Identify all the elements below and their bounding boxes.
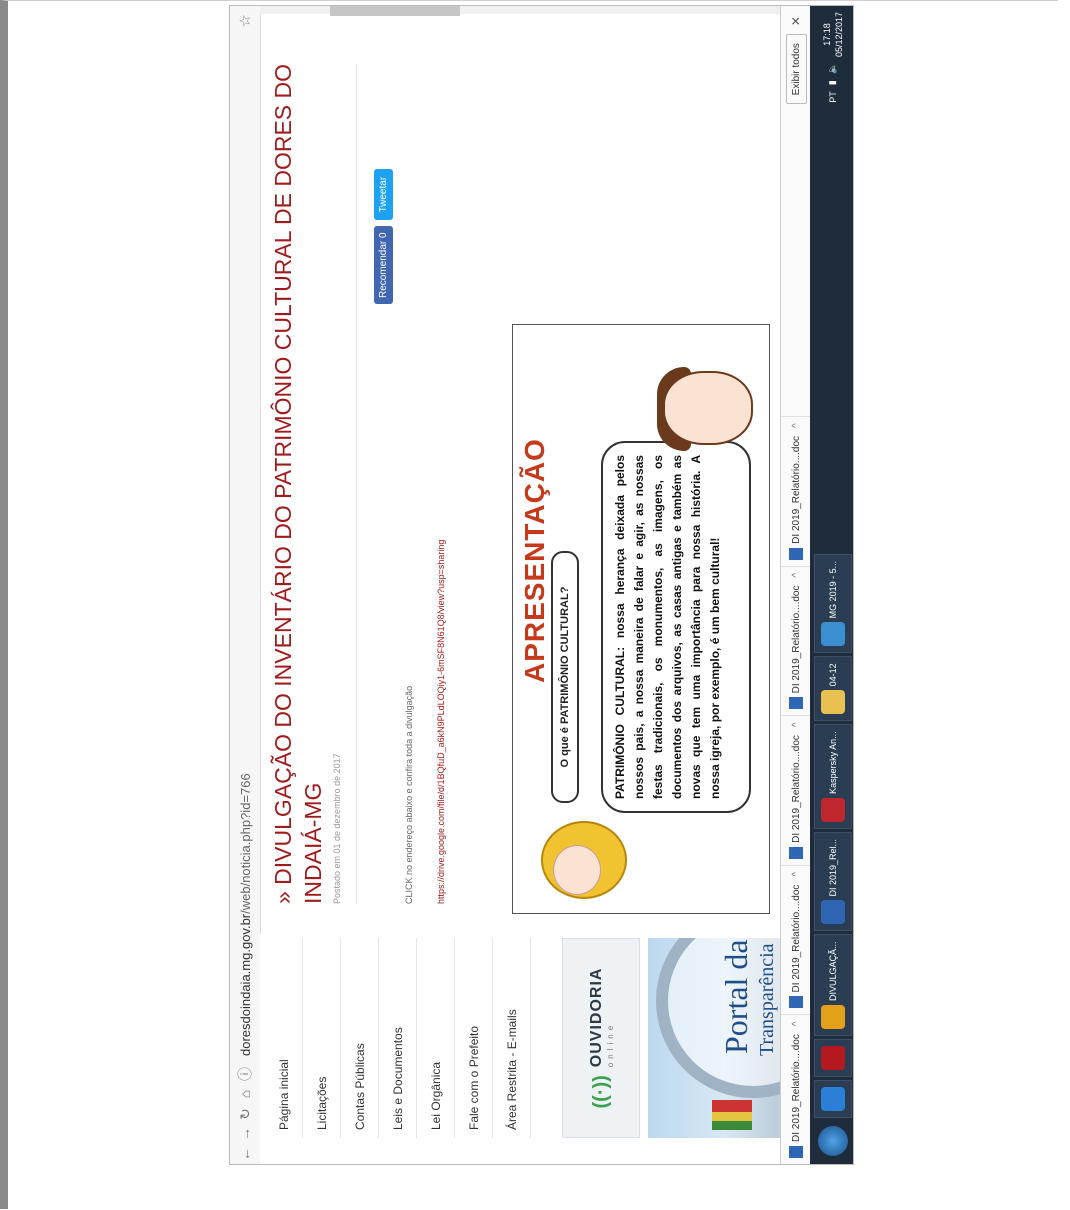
sidebar-item-fale-prefeito[interactable]: Fale com o Prefeito [455,938,493,1138]
chevron-up-icon[interactable]: ^ [791,872,802,877]
clock-time: 17:18 [821,23,832,46]
taskbar-button-word[interactable]: DI 2019_Rel... [813,831,852,932]
language-indicator[interactable]: PT [828,91,838,103]
social-buttons: Recomendar 0 Tweetar [374,168,393,304]
posted-date: Postado em 01 de dezembro de 2017 [332,753,342,904]
reload-icon[interactable]: ↻ [237,1104,254,1124]
clock[interactable]: 17:18 05/12/2017 [821,12,845,57]
taskbar-label: MG 2019 - 5... [827,560,838,619]
taskbar-button-kaspersky[interactable]: Kaspersky An... [813,724,852,829]
page-title: » DIVULGAÇÃO DO INVENTÁRIO DO PATRIMÔNIO… [270,63,326,904]
downloads-bar: DI 2019_Relatório....doc ^ DI 2019_Relató… [780,5,811,1164]
portal-subtitle: Transparência [756,943,778,1056]
download-label: DI 2019_Relatório....doc [790,435,802,544]
chevron-up-icon[interactable]: ^ [791,573,802,578]
acrobat-icon [820,1046,845,1070]
click-instruction: CLICK no endereço abaixo e confira toda … [404,685,414,904]
folder-icon [820,690,845,715]
internet-explorer-icon [820,1087,845,1111]
answer-bubble: PATRIMÔNIO CULTURAL: nossa herança deixa… [601,441,751,813]
word-doc-icon [789,846,803,859]
taskbar-label: 04-12 [827,663,838,687]
download-label: DI 2019_Relatório....doc [790,884,802,993]
girl-face-icon [553,845,601,895]
volume-icon[interactable]: 🔈 [827,63,838,74]
acrobat-taskbar-button[interactable] [813,1039,852,1077]
network-icon[interactable]: ▮ [827,80,838,85]
sidebar-item-lei-organica[interactable]: Lei Orgânica [417,938,455,1138]
taskbar-label: DIVULGAÇÃ... [827,941,838,1001]
facebook-recommend-button[interactable]: Recomendar 0 [374,226,393,304]
ouvidoria-icon: ((·)) [589,1075,612,1109]
divider [356,64,357,904]
address-bar: ← → ↻ ⌂ ⓘ doresdoindaia.mg.gov.br/web/no… [230,5,261,1164]
url-domain: doresdoindaia.mg.gov.br [237,913,253,1056]
download-item[interactable]: DI 2019_Relatório....doc ^ [781,565,811,716]
show-all-downloads-button[interactable]: Exibir todos [785,34,807,105]
ouvidoria-subtitle: online [605,1021,615,1068]
sidebar-item-area-restrita[interactable]: Área Restrita - E-mails [493,938,531,1138]
sidebar-item-licitacoes[interactable]: Licitações [303,938,341,1138]
taskbar-button-chrome[interactable]: DIVULGAÇÃ... [813,934,852,1036]
chevron-up-icon[interactable]: ^ [791,423,802,428]
portal-transparencia-banner[interactable]: Portal da Transparência [648,938,788,1138]
sidebar-item-contas-publicas[interactable]: Contas Públicas [341,938,379,1138]
taskbar-button-folder[interactable]: 04-12 [813,656,852,722]
ouvidoria-title: OUVIDORIA [587,967,605,1068]
back-icon[interactable]: ← [237,1144,253,1164]
system-tray: PT ▮ 🔈 17:18 05/12/2017 [821,5,845,103]
sidebar: Página inicial Licitações Contas Pública… [260,934,788,1164]
ouvidoria-text: OUVIDORIA online [588,968,615,1068]
sidebar-item-pagina-inicial[interactable]: Página inicial [265,938,303,1138]
portal-title: Portal da [718,939,754,1054]
word-doc-icon [789,996,803,1009]
scrollbar-thumb[interactable] [330,5,460,16]
clock-date: 05/12/2017 [833,12,844,58]
download-item[interactable]: DI 2019_Relatório....doc ^ [781,416,811,566]
download-label: DI 2019_Relatório....doc [790,735,802,843]
windows-start-icon[interactable] [817,1126,848,1156]
kaspersky-icon [820,797,845,822]
chevron-up-icon[interactable]: ^ [791,722,802,727]
ie-taskbar-button[interactable] [813,1080,852,1118]
chevron-up-icon[interactable]: ^ [791,1021,802,1026]
word-icon [820,900,845,925]
twitter-tweet-button[interactable]: Tweetar [374,168,393,221]
url-field[interactable]: doresdoindaia.mg.gov.br/web/noticia.php?… [238,773,253,1056]
download-label: DI 2019_Relatório....doc [790,585,802,694]
sidebar-item-leis-documentos[interactable]: Leis e Documentos [379,938,417,1138]
url-path: /web/noticia.php?id=766 [237,773,253,914]
question-bubble: O que é PATRIMÔNIO CULTURAL? [551,551,579,803]
word-doc-icon [789,697,803,710]
chrome-icon [820,1005,845,1029]
taskbar-label: Kaspersky An... [827,731,838,794]
word-doc-icon [789,547,803,560]
forward-icon[interactable]: → [237,1124,253,1144]
home-icon[interactable]: ⌂ [237,1084,253,1104]
portal-flag-icon [712,1100,752,1130]
document-icon [820,622,845,647]
download-item[interactable]: DI 2019_Relatório....doc ^ [781,1014,811,1164]
ouvidoria-banner[interactable]: ((·)) OUVIDORIA online [562,938,640,1138]
close-icon[interactable]: ✕ [789,16,803,26]
boy-cartoon-icon [663,371,753,445]
windows-taskbar: DIVULGAÇÃ... DI 2019_Rel... Kaspersky An… [810,5,854,1164]
download-item[interactable]: DI 2019_Relatório....doc ^ [781,864,811,1015]
word-doc-icon [789,1146,803,1158]
download-label: DI 2019_Relatório....doc [790,1034,802,1142]
apresentacao-image: APRESENTAÇÃO O que é PATRIMÔNIO CULTURAL… [512,324,770,914]
download-item[interactable]: DI 2019_Relatório....doc ^ [781,715,811,865]
apresentacao-heading: APRESENTAÇÃO [519,438,550,683]
info-icon[interactable]: ⓘ [235,1064,255,1084]
sidebar-menu: Página inicial Licitações Contas Pública… [265,938,531,1138]
taskbar-label: DI 2019_Rel... [827,838,838,897]
screenshot-rotated: ← → ↻ ⌂ ⓘ doresdoindaia.mg.gov.br/web/no… [229,5,854,1165]
taskbar-button-mg[interactable]: MG 2019 - 5... [813,553,852,654]
bookmark-star-icon[interactable]: ☆ [236,14,254,27]
drive-link[interactable]: https://drive.google.com/file/d/1BQfuD_a… [436,540,446,904]
main-content: » DIVULGAÇÃO DO INVENTÁRIO DO PATRIMÔNIO… [260,44,780,924]
